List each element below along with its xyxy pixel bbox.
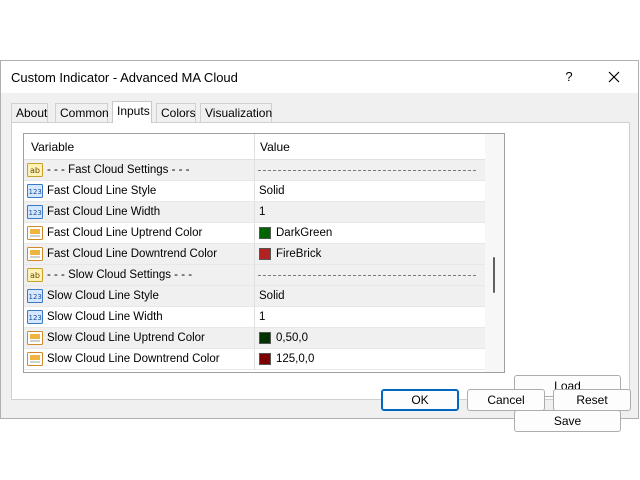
table-row[interactable]: 123 Slow Cloud Line Style Solid — [24, 286, 485, 307]
svg-text:ab: ab — [30, 166, 40, 175]
variable-name: Slow Cloud Line Style — [47, 290, 159, 302]
table-row[interactable]: ab - - - Slow Cloud Settings - - - — [24, 265, 485, 286]
value-cell[interactable]: Solid — [259, 286, 285, 306]
cell-divider — [254, 160, 255, 181]
cancel-button[interactable]: Cancel — [467, 389, 545, 411]
value-cell[interactable]: FireBrick — [276, 244, 321, 264]
cell-divider — [254, 244, 255, 265]
svg-text:123: 123 — [29, 314, 42, 322]
color-icon — [27, 352, 43, 366]
value-cell[interactable]: DarkGreen — [276, 223, 332, 243]
cell-divider — [254, 307, 255, 328]
column-divider[interactable] — [254, 134, 255, 160]
123-icon: 123 — [27, 289, 43, 303]
table-row[interactable]: 123 Fast Cloud Line Width 1 — [24, 202, 485, 223]
variable-name: Slow Cloud Line Width — [47, 311, 163, 323]
svg-text:123: 123 — [29, 188, 42, 196]
svg-text:123: 123 — [29, 293, 42, 301]
svg-text:123: 123 — [29, 209, 42, 217]
separator-line — [258, 170, 476, 171]
column-header-variable[interactable]: Variable — [31, 134, 74, 160]
value-cell[interactable]: 1 — [259, 202, 265, 222]
ab-icon: ab — [27, 268, 43, 282]
tab-about[interactable]: About — [11, 103, 48, 122]
vertical-scrollbar[interactable] — [485, 134, 504, 372]
cell-divider — [254, 349, 255, 370]
variable-name: - - - Slow Cloud Settings - - - — [47, 269, 193, 281]
color-icon — [27, 226, 43, 240]
variable-name: Fast Cloud Line Style — [47, 185, 157, 197]
help-button[interactable]: ? — [554, 65, 584, 89]
color-icon — [27, 247, 43, 261]
variable-name: Fast Cloud Line Width — [47, 206, 161, 218]
table-row[interactable]: Fast Cloud Line Uptrend Color DarkGreen — [24, 223, 485, 244]
cell-divider — [254, 328, 255, 349]
123-icon: 123 — [27, 184, 43, 198]
variable-name: Slow Cloud Line Uptrend Color — [47, 332, 205, 344]
123-icon: 123 — [27, 205, 43, 219]
tab-common[interactable]: Common — [55, 103, 109, 122]
inputs-panel: Variable Value ab - - - Fast Cloud Settin… — [11, 122, 630, 432]
color-swatch[interactable] — [259, 227, 271, 239]
tab-inputs[interactable]: Inputs — [112, 101, 152, 123]
title-bar: Custom Indicator - Advanced MA Cloud ? — [1, 61, 638, 93]
grid-header: Variable Value — [24, 134, 485, 160]
table-row[interactable]: Fast Cloud Line Downtrend Color FireBrick — [24, 244, 485, 265]
cell-divider — [254, 286, 255, 307]
123-icon: 123 — [27, 310, 43, 324]
variable-name: Fast Cloud Line Uptrend Color — [47, 227, 203, 239]
variable-name: - - - Fast Cloud Settings - - - — [47, 164, 190, 176]
cell-divider — [254, 202, 255, 223]
color-swatch[interactable] — [259, 248, 271, 260]
variable-name: Slow Cloud Line Downtrend Color — [47, 353, 220, 365]
table-row[interactable]: Slow Cloud Line Downtrend Color 125,0,0 — [24, 349, 485, 370]
table-row[interactable]: Slow Cloud Line Uptrend Color 0,50,0 — [24, 328, 485, 349]
table-row[interactable]: 123 Slow Cloud Line Width 1 — [24, 307, 485, 328]
value-cell[interactable]: 0,50,0 — [276, 328, 308, 348]
svg-text:ab: ab — [30, 271, 40, 280]
cell-divider — [254, 223, 255, 244]
value-cell[interactable]: 1 — [259, 307, 265, 327]
ab-icon: ab — [27, 163, 43, 177]
variable-name: Fast Cloud Line Downtrend Color — [47, 248, 218, 260]
color-swatch[interactable] — [259, 332, 271, 344]
close-button[interactable] — [599, 65, 629, 89]
column-header-value[interactable]: Value — [260, 134, 290, 160]
color-icon — [27, 331, 43, 345]
cell-divider — [254, 181, 255, 202]
cell-divider — [254, 265, 255, 286]
reset-button[interactable]: Reset — [553, 389, 631, 411]
table-row[interactable]: 123 Fast Cloud Line Style Solid — [24, 181, 485, 202]
inputs-grid: Variable Value ab - - - Fast Cloud Settin… — [23, 133, 505, 373]
tab-visualization[interactable]: Visualization — [200, 103, 272, 122]
value-cell[interactable]: Solid — [259, 181, 285, 201]
table-row[interactable]: ab - - - Fast Cloud Settings - - - — [24, 160, 485, 181]
save-button[interactable]: Save — [514, 410, 621, 432]
custom-indicator-dialog: Custom Indicator - Advanced MA Cloud ? A… — [0, 60, 639, 432]
scrollbar-thumb[interactable] — [493, 257, 495, 293]
color-swatch[interactable] — [259, 353, 271, 365]
separator-line — [258, 275, 476, 276]
close-icon — [608, 71, 620, 83]
tab-colors[interactable]: Colors — [156, 103, 196, 122]
window-title: Custom Indicator - Advanced MA Cloud — [11, 70, 238, 85]
ok-button[interactable]: OK — [381, 389, 459, 411]
value-cell[interactable]: 125,0,0 — [276, 349, 314, 369]
